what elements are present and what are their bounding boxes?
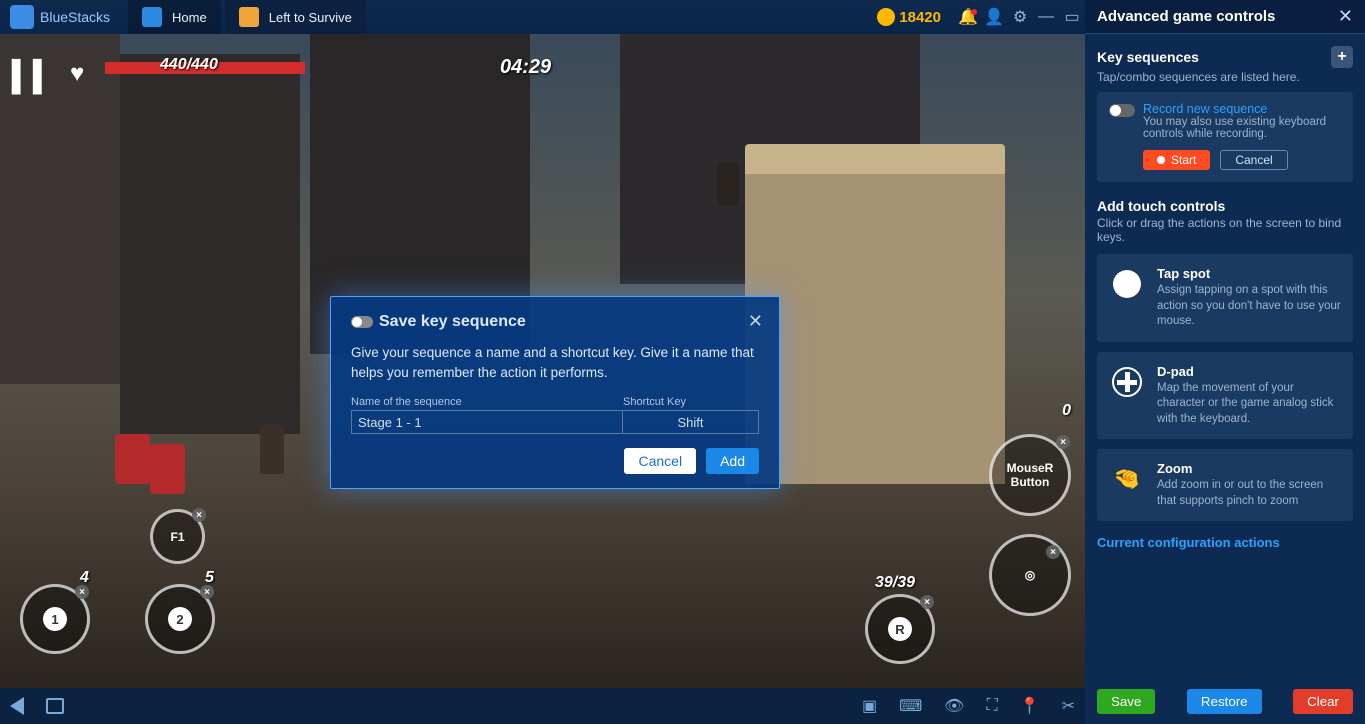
zoom-icon: 🤏 bbox=[1109, 461, 1145, 497]
f1-keybind[interactable]: F1 × bbox=[150, 509, 205, 564]
control-card-dpad[interactable]: D-pad Map the movement of your character… bbox=[1097, 352, 1353, 440]
config-section-title: Current configuration actions bbox=[1097, 535, 1353, 550]
back-icon[interactable] bbox=[10, 697, 24, 715]
fullscreen-icon[interactable]: ⛶ bbox=[986, 697, 997, 715]
start-recording-button[interactable]: Start bbox=[1143, 150, 1210, 170]
brand-name: BlueStacks bbox=[40, 9, 110, 25]
key-sequences-header: Key sequences + bbox=[1097, 46, 1353, 68]
slot-num: 2 bbox=[168, 607, 192, 631]
section-title: Add touch controls bbox=[1097, 198, 1225, 214]
tab-home[interactable]: Home bbox=[128, 0, 221, 34]
remove-icon[interactable]: × bbox=[192, 508, 206, 522]
touch-controls-header: Add touch controls bbox=[1097, 198, 1353, 214]
add-sequence-button[interactable]: + bbox=[1331, 46, 1353, 68]
record-link[interactable]: Record new sequence bbox=[1143, 102, 1341, 116]
ammo-count: 39/39 bbox=[875, 574, 915, 592]
key-label: F1 bbox=[170, 530, 184, 544]
eye-icon[interactable]: 👁 bbox=[944, 696, 964, 716]
android-nav-bar: ▣ ⌨ 👁 ⛶ 📍 ✂ bbox=[0, 688, 1085, 724]
name-label: Name of the sequence bbox=[351, 396, 623, 408]
tab-game[interactable]: Left to Survive bbox=[225, 0, 366, 34]
toggle-icon bbox=[351, 316, 373, 328]
restore-button[interactable]: Restore bbox=[1187, 689, 1262, 714]
dialog-title: Save key sequence bbox=[379, 313, 526, 331]
key-label: R bbox=[888, 617, 912, 641]
close-icon[interactable]: ✕ bbox=[748, 311, 763, 332]
hp-text: 440/440 bbox=[160, 56, 218, 74]
reload-button[interactable]: R × bbox=[865, 594, 935, 664]
tab-label: Home bbox=[172, 10, 207, 25]
user-icon[interactable]: 👤 bbox=[981, 7, 1007, 27]
game-viewport[interactable]: ▍▍ ♥ 440/440 04:29 F1 × 4 1 × 5 2 × 0 Mo… bbox=[0, 34, 1085, 688]
save-button[interactable]: Save bbox=[1097, 689, 1155, 714]
clear-button[interactable]: Clear bbox=[1293, 689, 1353, 714]
card-title: D-pad bbox=[1157, 364, 1341, 379]
timer: 04:29 bbox=[500, 56, 551, 79]
location-icon[interactable]: 📍 bbox=[1020, 696, 1040, 716]
weapon-slot-2[interactable]: 2 × bbox=[145, 584, 215, 654]
titlebar: BlueStacks Home Left to Survive 18420 🔔 … bbox=[0, 0, 1085, 34]
coin-icon bbox=[877, 8, 895, 26]
dpad-icon bbox=[1109, 364, 1145, 400]
tap-spot-icon bbox=[1109, 266, 1145, 302]
cancel-button[interactable]: Cancel bbox=[624, 448, 696, 474]
panel-header: Advanced game controls ✕ bbox=[1085, 0, 1365, 34]
card-title: Zoom bbox=[1157, 461, 1341, 476]
key-label: MouseR Button bbox=[992, 461, 1068, 489]
record-desc: You may also use existing keyboard contr… bbox=[1143, 116, 1341, 140]
game-icon bbox=[239, 7, 259, 27]
heart-icon: ♥ bbox=[70, 60, 84, 88]
gear-icon[interactable]: ⚙ bbox=[1007, 7, 1033, 27]
scope-icon: ◎ bbox=[1025, 568, 1035, 582]
remove-icon[interactable]: × bbox=[1046, 545, 1060, 559]
close-icon[interactable]: ✕ bbox=[1338, 6, 1353, 27]
shortcut-label: Shortcut Key bbox=[623, 396, 759, 408]
home-icon bbox=[142, 7, 162, 27]
pause-icon[interactable]: ▍▍ bbox=[12, 60, 54, 95]
control-card-tap[interactable]: Tap spot Assign tapping on a spot with t… bbox=[1097, 254, 1353, 342]
dialog-description: Give your sequence a name and a shortcut… bbox=[351, 343, 759, 382]
section-title: Key sequences bbox=[1097, 49, 1199, 65]
keyboard-icon[interactable]: ⌨ bbox=[899, 696, 922, 716]
coin-amount: 18420 bbox=[899, 9, 941, 26]
add-button[interactable]: Add bbox=[706, 448, 759, 474]
card-desc: Add zoom in or out to the screen that su… bbox=[1157, 478, 1341, 509]
card-title: Tap spot bbox=[1157, 266, 1341, 281]
record-box: Record new sequence You may also use exi… bbox=[1097, 92, 1353, 182]
minimize-icon[interactable]: — bbox=[1033, 8, 1059, 26]
home-icon[interactable] bbox=[46, 698, 64, 714]
save-sequence-dialog: Save key sequence ✕ Give your sequence a… bbox=[330, 296, 780, 489]
dialog-title-row: Save key sequence bbox=[351, 313, 759, 331]
key-sequences-sub: Tap/combo sequences are listed here. bbox=[1097, 70, 1353, 84]
notification-icon[interactable]: 🔔 bbox=[955, 7, 981, 27]
clipboard-icon[interactable]: ▣ bbox=[862, 696, 877, 716]
scissors-icon[interactable]: ✂ bbox=[1062, 696, 1075, 716]
advanced-controls-panel: Advanced game controls ✕ Key sequences +… bbox=[1085, 0, 1365, 724]
card-desc: Assign tapping on a spot with this actio… bbox=[1157, 283, 1341, 330]
panel-footer: Save Restore Clear bbox=[1085, 679, 1365, 724]
recents-icon[interactable] bbox=[86, 697, 106, 715]
bluestacks-logo-icon bbox=[10, 5, 34, 29]
remove-icon[interactable]: × bbox=[75, 585, 89, 599]
remove-icon[interactable]: × bbox=[200, 585, 214, 599]
sequence-name-input[interactable] bbox=[351, 410, 623, 434]
card-desc: Map the movement of your character or th… bbox=[1157, 381, 1341, 428]
scope-button[interactable]: ◎ × bbox=[989, 534, 1071, 616]
cancel-recording-button[interactable]: Cancel bbox=[1220, 150, 1287, 170]
weapon-slot-1[interactable]: 1 × bbox=[20, 584, 90, 654]
maximize-icon[interactable]: ▭ bbox=[1059, 7, 1085, 27]
slot-num: 1 bbox=[43, 607, 67, 631]
remove-icon[interactable]: × bbox=[920, 595, 934, 609]
record-toggle[interactable] bbox=[1109, 104, 1135, 117]
remove-icon[interactable]: × bbox=[1056, 435, 1070, 449]
tab-label: Left to Survive bbox=[269, 10, 352, 25]
shortcut-key-input[interactable] bbox=[623, 410, 759, 434]
mouser-button[interactable]: MouseR Button × bbox=[989, 434, 1071, 516]
touch-controls-sub: Click or drag the actions on the screen … bbox=[1097, 216, 1353, 244]
panel-title: Advanced game controls bbox=[1097, 8, 1275, 25]
zero-label: 0 bbox=[1062, 402, 1071, 420]
control-card-zoom[interactable]: 🤏 Zoom Add zoom in or out to the screen … bbox=[1097, 449, 1353, 521]
